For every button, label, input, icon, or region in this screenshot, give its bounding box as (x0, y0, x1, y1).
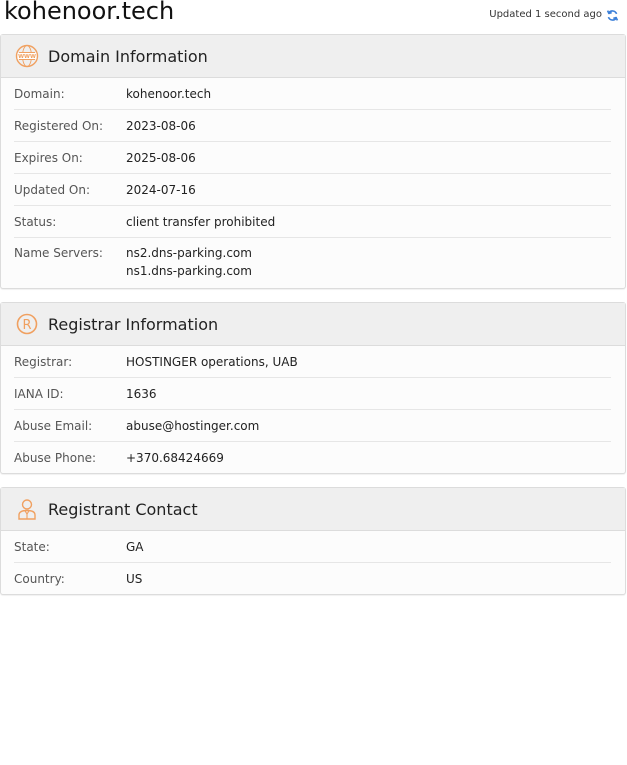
row-label: Expires On: (14, 150, 83, 165)
card-header: Registrant Contact (1, 488, 625, 531)
page-title: kohenoor.tech (4, 0, 175, 25)
row-value: 1636 (126, 386, 157, 401)
row-label: State: (14, 539, 50, 554)
domain-info-rows: Domain: kohenoor.tech Registered On: 202… (1, 78, 625, 288)
row-value: 2024-07-16 (126, 182, 196, 197)
row-abuse-phone: Abuse Phone: +370.68424669 (14, 442, 611, 473)
row-country: Country: US (14, 563, 611, 594)
top-bar: kohenoor.tech Updated 1 second ago (0, 0, 627, 34)
row-label: Country: (14, 571, 65, 586)
row-label: Abuse Email: (14, 418, 93, 433)
row-label: IANA ID: (14, 386, 64, 401)
row-label: Status: (14, 214, 57, 229)
www-icon: WWW (15, 44, 39, 68)
registrar-info-rows: Registrar: HOSTINGER operations, UAB IAN… (1, 346, 625, 473)
domain-information-card: WWW Domain Information Domain: kohenoor.… (0, 34, 626, 289)
row-state: State: GA (14, 531, 611, 563)
svg-text:R: R (22, 318, 31, 333)
refresh-icon[interactable] (606, 9, 619, 22)
person-icon (15, 497, 39, 521)
row-name-servers: Name Servers: ns2.dns-parking.com ns1.dn… (14, 238, 611, 288)
registrant-contact-card: Registrant Contact State: GA Country: US (0, 487, 626, 595)
row-status: Status: client transfer prohibited (14, 206, 611, 238)
row-value: 2025-08-06 (126, 150, 196, 165)
whois-page: kohenoor.tech Updated 1 second ago WWW D… (0, 0, 627, 765)
row-label: Name Servers: (14, 246, 103, 260)
row-updated-on: Updated On: 2024-07-16 (14, 174, 611, 206)
row-abuse-email: Abuse Email: abuse@hostinger.com (14, 410, 611, 442)
row-value: HOSTINGER operations, UAB (126, 354, 298, 369)
card-header: R Registrar Information (1, 303, 625, 346)
row-value: client transfer prohibited (126, 214, 276, 229)
row-label: Updated On: (14, 182, 90, 197)
name-server: ns2.dns-parking.com (126, 246, 252, 260)
updated-status: Updated 1 second ago (489, 8, 619, 22)
registrant-contact-rows: State: GA Country: US (1, 531, 625, 594)
updated-text: Updated 1 second ago (489, 9, 602, 20)
row-registered-on: Registered On: 2023-08-06 (14, 110, 611, 142)
row-value: GA (126, 539, 144, 554)
row-label: Registrar: (14, 354, 73, 369)
registered-icon: R (15, 312, 39, 336)
card-title: Registrant Contact (48, 499, 198, 519)
registrar-information-card: R Registrar Information Registrar: HOSTI… (0, 302, 626, 474)
row-value: abuse@hostinger.com (126, 418, 260, 433)
card-title: Domain Information (48, 46, 208, 66)
row-label: Registered On: (14, 118, 104, 133)
row-value: +370.68424669 (126, 450, 224, 465)
name-server: ns1.dns-parking.com (126, 264, 252, 278)
row-expires-on: Expires On: 2025-08-06 (14, 142, 611, 174)
row-iana-id: IANA ID: 1636 (14, 378, 611, 410)
row-value: ns2.dns-parking.com ns1.dns-parking.com (126, 244, 252, 280)
row-label: Domain: (14, 86, 65, 101)
row-domain: Domain: kohenoor.tech (14, 78, 611, 110)
row-value: kohenoor.tech (126, 86, 212, 101)
row-value: 2023-08-06 (126, 118, 196, 133)
row-registrar: Registrar: HOSTINGER operations, UAB (14, 346, 611, 378)
card-header: WWW Domain Information (1, 35, 625, 78)
card-title: Registrar Information (48, 314, 219, 334)
row-label: Abuse Phone: (14, 450, 97, 465)
row-value: US (126, 571, 143, 586)
svg-text:WWW: WWW (18, 54, 36, 60)
